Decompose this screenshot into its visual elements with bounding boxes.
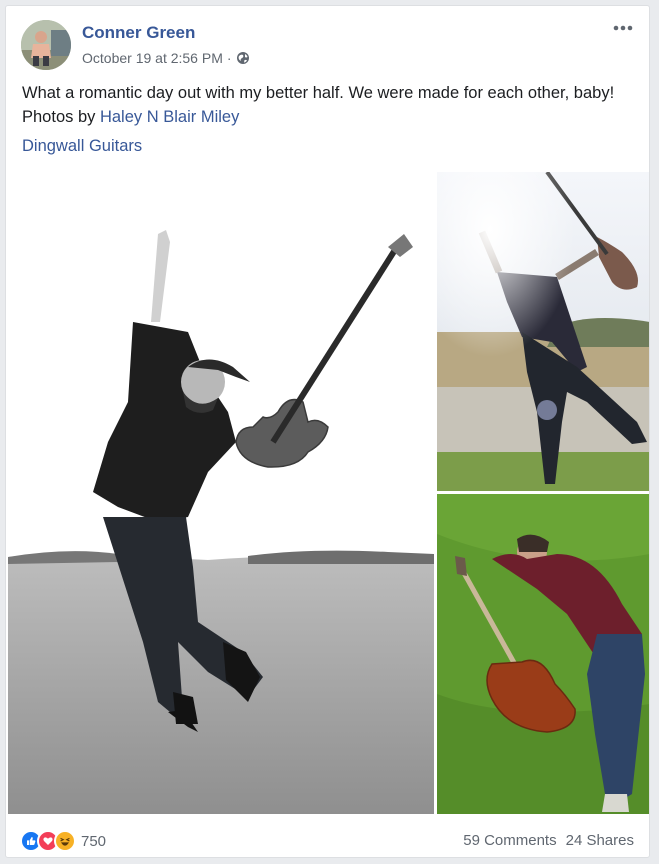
- tagged-page-link[interactable]: Dingwall Guitars: [22, 137, 142, 156]
- meta-separator: ·: [226, 50, 232, 66]
- haha-icon: [54, 830, 76, 852]
- comments-count-link[interactable]: 59 Comments: [463, 832, 556, 849]
- author-avatar[interactable]: [21, 20, 71, 70]
- post-footer: 750 59 Comments 24 Shares: [6, 818, 649, 857]
- globe-icon[interactable]: [236, 51, 250, 65]
- avatar-image: [21, 20, 71, 70]
- photo-main[interactable]: [8, 172, 434, 814]
- photo-top-right-image: [437, 172, 649, 491]
- engagement-counts: 59 Comments 24 Shares: [463, 832, 634, 849]
- author-name[interactable]: Conner Green: [82, 23, 195, 43]
- post-card: Conner Green October 19 at 2:56 PM · Wha…: [5, 5, 650, 858]
- post-timestamp[interactable]: October 19 at 2:56 PM: [82, 50, 223, 66]
- shares-count-link[interactable]: 24 Shares: [566, 832, 634, 849]
- more-options-icon[interactable]: [611, 20, 635, 36]
- photo-bottom-right-image: [437, 494, 649, 814]
- post-text: What a romantic day out with my better h…: [22, 81, 622, 129]
- photo-top-right[interactable]: [437, 172, 649, 491]
- photographer-link[interactable]: Haley N Blair Miley: [100, 108, 239, 126]
- post-meta: October 19 at 2:56 PM ·: [82, 50, 250, 66]
- photo-main-image: [8, 172, 434, 814]
- photo-bottom-right[interactable]: [437, 494, 649, 814]
- reactions-summary[interactable]: 750: [20, 830, 106, 852]
- reaction-count: 750: [81, 832, 107, 850]
